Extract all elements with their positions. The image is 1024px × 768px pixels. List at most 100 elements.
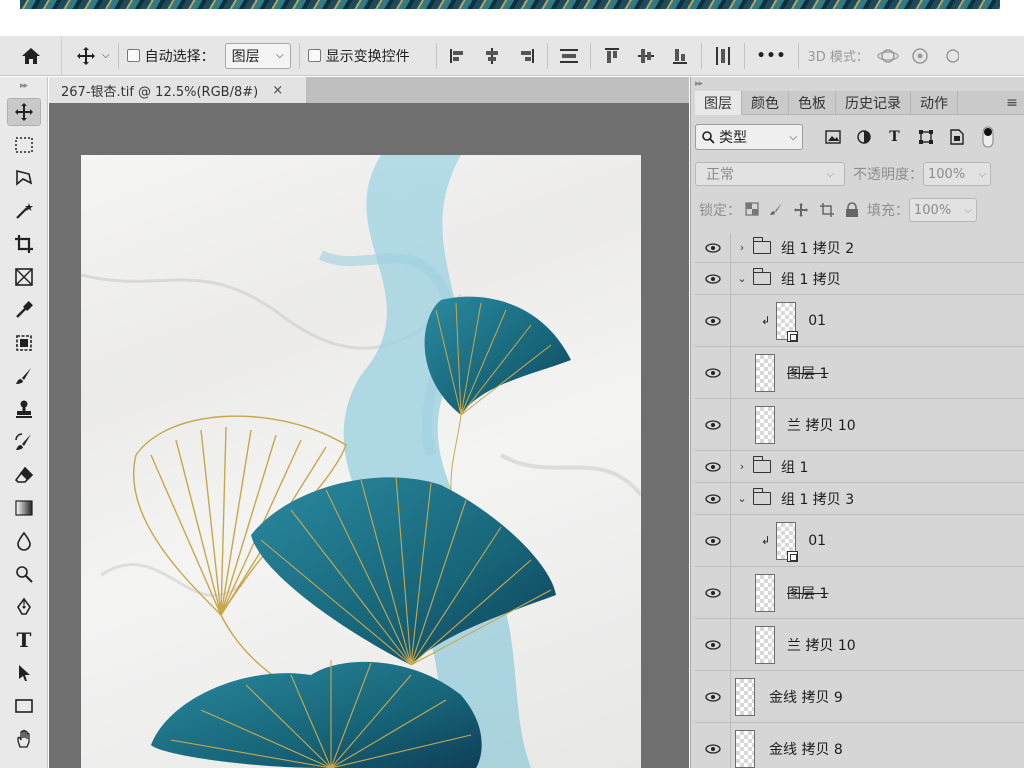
gradient-tool[interactable] (0, 491, 48, 524)
history-brush-tool[interactable] (0, 425, 48, 458)
lock-artboard-icon[interactable] (819, 202, 835, 218)
distribute-vertical-button[interactable] (556, 43, 582, 69)
visibility-eye-icon[interactable] (695, 347, 731, 398)
panel-menu-icon[interactable]: ≡ (999, 91, 1024, 114)
lock-all-icon[interactable] (845, 202, 859, 218)
eyedropper-tool[interactable] (0, 293, 48, 326)
checkbox-box[interactable] (126, 49, 140, 62)
filter-type-button[interactable]: T (879, 124, 910, 150)
visibility-eye-icon[interactable] (695, 619, 731, 670)
layer-row[interactable]: › 组 1 拷贝 2 (695, 233, 1024, 263)
rectangle-tool[interactable] (0, 689, 48, 722)
visibility-eye-icon[interactable] (695, 671, 731, 722)
show-transform-label: 显示变换控件 (325, 48, 410, 65)
adjustment-icon (856, 130, 871, 144)
dodge-tool[interactable] (0, 557, 48, 590)
tab-history[interactable]: 历史记录 (836, 91, 911, 115)
layer-name: 兰 拷贝 10 (787, 637, 856, 654)
visibility-eye-icon[interactable] (695, 233, 731, 262)
visibility-eye-icon[interactable] (695, 451, 731, 482)
eraser-tool[interactable] (0, 458, 48, 491)
pan-3d-button[interactable] (939, 43, 965, 69)
filter-shape-button[interactable] (910, 124, 941, 150)
align-hcenter-button[interactable] (479, 43, 505, 69)
visibility-eye-icon[interactable] (695, 723, 731, 768)
image-canvas[interactable] (81, 155, 641, 768)
align-left-button[interactable] (445, 43, 471, 69)
visibility-eye-icon[interactable] (695, 263, 731, 294)
lock-transparent-icon[interactable] (745, 202, 759, 216)
move-tool[interactable] (0, 95, 48, 128)
marquee-tool[interactable] (0, 128, 48, 161)
stamp-icon (16, 400, 32, 418)
visibility-eye-icon[interactable] (695, 483, 731, 514)
layer-row[interactable]: 兰 拷贝 10 (695, 399, 1024, 451)
frame-tool[interactable] (0, 260, 48, 293)
auto-select-checkbox[interactable]: 自动选择： (126, 46, 215, 66)
roll-3d-icon (912, 47, 928, 64)
blend-mode-dropdown[interactable]: 正常 ⌵ (695, 162, 845, 186)
align-bottom-button[interactable] (667, 43, 693, 69)
panel-grip[interactable]: ▸▸ (695, 79, 703, 89)
lock-move-icon[interactable] (793, 202, 809, 218)
fill-field[interactable]: 100% ⌵ (909, 198, 977, 222)
distribute-horizontal-button[interactable] (710, 43, 736, 69)
layer-row[interactable]: ⌄ 组 1 拷贝 3 (695, 483, 1024, 515)
layer-row[interactable]: ↲ 01 (695, 295, 1024, 347)
layer-row[interactable]: 图层 1 (695, 567, 1024, 619)
layer-row[interactable]: 兰 拷贝 10 (695, 619, 1024, 671)
filter-adjustment-button[interactable] (848, 124, 879, 150)
filter-pixel-button[interactable] (817, 124, 848, 150)
visibility-eye-icon[interactable] (695, 295, 731, 346)
layer-row[interactable]: ↲ 01 (695, 515, 1024, 567)
panel-grip[interactable]: ▸▸ (0, 77, 47, 95)
hand-tool[interactable] (0, 722, 48, 755)
orbit-3d-button[interactable] (875, 43, 901, 69)
chevron-down-icon[interactable]: ⌄ (735, 492, 749, 505)
visibility-eye-icon[interactable] (695, 399, 731, 450)
lasso-tool[interactable] (0, 161, 48, 194)
align-vcenter-button[interactable] (633, 43, 659, 69)
tab-swatches[interactable]: 色板 (789, 91, 836, 115)
close-icon[interactable]: × (272, 83, 283, 98)
path-selection-tool[interactable] (0, 656, 48, 689)
tab-layers[interactable]: 图层 (695, 91, 742, 115)
move-tool-preset[interactable]: ⌵ (76, 46, 110, 66)
auto-select-target-dropdown[interactable]: 图层 ⌵ (224, 42, 291, 69)
align-right-button[interactable] (513, 43, 539, 69)
layer-row[interactable]: 金线 拷贝 9 (695, 671, 1024, 723)
chevron-down-icon[interactable]: ⌄ (735, 272, 749, 285)
fill-value: 100% (914, 202, 952, 218)
document-tab[interactable]: 267-银杏.tif @ 12.5%(RGB/8#) × (49, 77, 307, 103)
filter-toggle[interactable] (972, 124, 1003, 150)
chevron-right-icon[interactable]: › (735, 460, 749, 473)
crop-tool[interactable] (0, 227, 48, 260)
tab-actions[interactable]: 动作 (911, 91, 958, 115)
align-top-button[interactable] (599, 43, 625, 69)
more-options-button[interactable]: ••• (757, 48, 787, 64)
lock-brush-icon[interactable] (769, 202, 783, 216)
blur-tool[interactable] (0, 524, 48, 557)
type-tool[interactable]: T (0, 623, 48, 656)
chevron-right-icon[interactable]: › (735, 241, 749, 254)
clone-stamp-tool[interactable] (0, 392, 48, 425)
filter-kind-dropdown[interactable]: 类型 ⌵ (695, 124, 803, 150)
roll-3d-button[interactable] (907, 43, 933, 69)
filter-smart-object-button[interactable] (941, 124, 972, 150)
layer-row[interactable]: 图层 1 (695, 347, 1024, 399)
magic-wand-tool[interactable] (0, 194, 48, 227)
layer-row[interactable]: ⌄ 组 1 拷贝 (695, 263, 1024, 295)
home-button[interactable] (0, 35, 62, 76)
show-transform-checkbox[interactable]: 显示变换控件 (307, 46, 410, 66)
layer-row[interactable]: › 组 1 (695, 451, 1024, 483)
healing-brush-tool[interactable] (0, 326, 48, 359)
visibility-eye-icon[interactable] (695, 567, 731, 618)
opacity-field[interactable]: 100% ⌵ (923, 162, 991, 186)
tab-color[interactable]: 颜色 (742, 91, 789, 115)
layer-row[interactable]: 金线 拷贝 8 (695, 723, 1024, 768)
history-brush-icon (15, 432, 31, 450)
visibility-eye-icon[interactable] (695, 515, 731, 566)
pen-tool[interactable] (0, 590, 48, 623)
checkbox-box[interactable] (307, 49, 321, 62)
brush-tool[interactable] (0, 359, 48, 392)
